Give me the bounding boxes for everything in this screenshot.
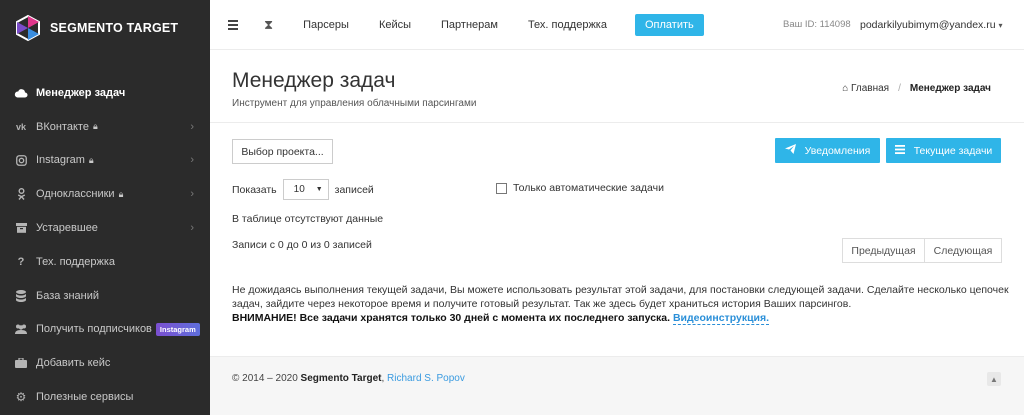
instagram-icon: [14, 153, 28, 167]
home-icon: ⌂: [842, 83, 849, 94]
notifications-button[interactable]: Уведомления: [775, 138, 880, 163]
users-icon: [14, 322, 28, 336]
notice-warning: ВНИМАНИЕ! Все задачи хранятся только 30 …: [232, 312, 671, 324]
sidebar-item-support[interactable]: ? Тех. поддержка: [0, 245, 210, 279]
auto-tasks-label: Только автоматические задачи: [513, 182, 664, 194]
sidebar-item-useful-services[interactable]: ⚙︎ Полезные сервисы: [0, 380, 210, 414]
sidebar-item-label: Тех. поддержка: [36, 255, 116, 268]
archive-icon: [14, 221, 28, 235]
footer: © 2014 – 2020 Segmento Target, Richard S…: [210, 356, 1024, 415]
main-content: Выбор проекта... Уведомления Текущие зад…: [210, 124, 1024, 356]
sidebar-item-label: ВКонтакте: [36, 120, 89, 133]
sidebar-item-deprecated[interactable]: Устаревшее ›: [0, 211, 210, 245]
sidebar-item-label: Получить подписчиков: [36, 323, 152, 336]
breadcrumb-separator: /: [898, 83, 901, 94]
brand-title: SEGMENTO TARGET: [50, 21, 179, 35]
video-instruction-link[interactable]: Видеоинструкция.: [672, 312, 770, 325]
page-subtitle: Инструмент для управления облачными парс…: [232, 98, 477, 109]
database-icon: [14, 289, 28, 303]
page-header: Менеджер задач Инструмент для управления…: [210, 50, 1024, 123]
chevron-right-icon: ›: [190, 120, 194, 133]
lock-icon: 🔒︎: [88, 154, 94, 165]
ok-icon: [14, 187, 28, 201]
sidebar-item-task-manager[interactable]: Менеджер задач: [0, 76, 210, 110]
footer-text: © 2014 – 2020 Segmento Target, Richard S…: [232, 373, 465, 384]
breadcrumb-current: Менеджер задач: [909, 83, 991, 94]
scroll-top-button[interactable]: ▲: [987, 372, 1001, 386]
breadcrumb: ⌂ Главная / Менеджер задач: [842, 83, 991, 94]
sidebar-item-label: Instagram: [36, 154, 85, 167]
nav-link-support[interactable]: Тех. поддержка: [528, 19, 607, 31]
briefcase-icon: [14, 356, 28, 370]
project-select-button[interactable]: Выбор проекта...: [232, 139, 333, 164]
pagination: Предыдущая Следующая: [842, 238, 1002, 263]
sidebar-item-label: База знаний: [36, 289, 100, 302]
sidebar-item-label: Менеджер задач: [36, 86, 126, 99]
hourglass-icon[interactable]: ⧗: [264, 17, 273, 33]
footer-brand: Segmento Target: [300, 373, 382, 384]
notifications-label: Уведомления: [804, 144, 871, 157]
auto-tasks-filter[interactable]: Только автоматические задачи: [496, 182, 664, 194]
user-email: podarkilyubimym@yandex.ru: [860, 18, 996, 31]
auto-tasks-checkbox[interactable]: [496, 182, 507, 194]
sidebar-item-instagram[interactable]: Instagram 🔒︎ ›: [0, 144, 210, 178]
sidebar-item-get-followers[interactable]: Получить подписчиков Instagram: [0, 313, 210, 347]
pay-button[interactable]: Оплатить: [634, 13, 704, 36]
sidebar-item-label: Одноклассники: [36, 188, 115, 201]
menu-toggle-icon[interactable]: [228, 18, 238, 32]
nav-link-partners[interactable]: Партнерам: [441, 19, 498, 31]
cogs-icon: ⚙︎: [15, 390, 27, 405]
lock-icon: 🔒︎: [118, 188, 124, 199]
current-tasks-label: Текущие задачи: [913, 144, 993, 157]
chevron-down-icon: ▾: [998, 20, 1003, 30]
notice-text: Не дожидаясь выполнения текущей задачи, …: [232, 284, 1009, 310]
breadcrumb-home-label: Главная: [851, 83, 890, 94]
current-tasks-button[interactable]: Текущие задачи: [886, 138, 1001, 163]
entries-label: записей: [334, 183, 374, 196]
lock-icon: 🔒︎: [92, 121, 98, 132]
sidebar-item-knowledge-base[interactable]: База знаний: [0, 279, 210, 313]
page-size-value: 10: [293, 184, 305, 195]
logo-icon: [14, 14, 42, 42]
breadcrumb-home[interactable]: ⌂ Главная: [842, 83, 889, 94]
user-menu[interactable]: podarkilyubimym@yandex.ru ▾: [860, 19, 1003, 31]
sidebar: SEGMENTO TARGET Менеджер задач vk ВКонта…: [0, 0, 210, 415]
cloud-icon: [14, 86, 28, 100]
info-notice: Не дожидаясь выполнения текущей задачи, …: [232, 283, 1012, 325]
next-page-button[interactable]: Следующая: [925, 238, 1002, 263]
copyright: © 2014 – 2020: [232, 373, 298, 384]
instagram-badge: Instagram: [155, 322, 200, 336]
paper-plane-icon: [784, 144, 796, 157]
page-size-select[interactable]: 10 ▼: [282, 179, 329, 200]
show-label: Показать: [232, 183, 277, 196]
list-icon: [894, 144, 905, 157]
nav-link-parsers[interactable]: Парсеры: [303, 19, 349, 31]
prev-page-button[interactable]: Предыдущая: [842, 238, 925, 263]
user-id: Ваш ID: 114098: [783, 19, 851, 30]
page-size-control: Показать 10 ▼ записей: [232, 179, 374, 200]
chevron-right-icon: ›: [190, 188, 194, 201]
nav-link-cases[interactable]: Кейсы: [379, 19, 411, 31]
sidebar-item-label: Устаревшее: [36, 222, 98, 235]
sidebar-item-label: Полезные сервисы: [36, 391, 134, 404]
brand[interactable]: SEGMENTO TARGET: [0, 0, 210, 56]
chevron-down-icon: ▼: [315, 186, 323, 193]
sidebar-item-odnoklassniki[interactable]: Одноклассники 🔒︎ ›: [0, 177, 210, 211]
author-link[interactable]: Richard S. Popov: [387, 373, 465, 384]
page-title: Менеджер задач: [232, 69, 396, 92]
chevron-up-icon: ▲: [990, 374, 998, 384]
sidebar-item-vk[interactable]: vk ВКонтакте 🔒︎ ›: [0, 110, 210, 144]
question-icon: ?: [17, 255, 25, 268]
sidebar-item-label: Добавить кейс: [36, 357, 111, 370]
sidebar-item-add-case[interactable]: Добавить кейс: [0, 346, 210, 380]
records-info: Записи с 0 до 0 из 0 записей: [232, 239, 372, 251]
vk-icon: vk: [15, 121, 26, 132]
top-navbar: ⧗ Парсеры Кейсы Партнерам Тех. поддержка…: [210, 0, 1024, 50]
empty-table-message: В таблице отсутствуют данные: [232, 213, 384, 225]
chevron-right-icon: ›: [190, 222, 194, 235]
chevron-right-icon: ›: [190, 154, 194, 167]
sidebar-nav: Менеджер задач vk ВКонтакте 🔒︎ › Instagr…: [0, 76, 210, 414]
